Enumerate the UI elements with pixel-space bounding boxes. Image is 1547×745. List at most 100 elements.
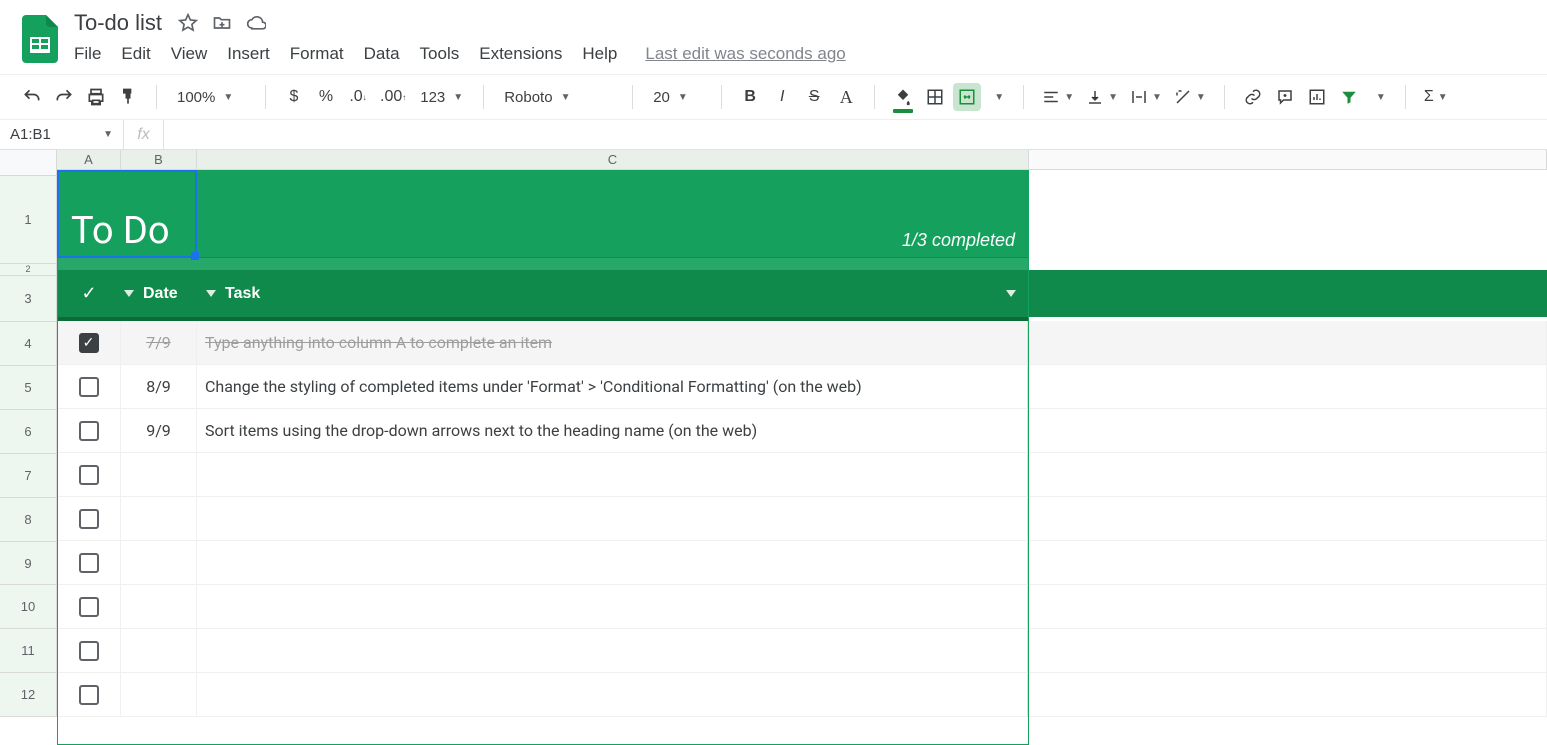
star-icon[interactable] [178,13,198,33]
menu-tools[interactable]: Tools [420,44,460,64]
font-select[interactable]: Roboto▼ [498,83,618,111]
text-rotation-button[interactable]: ▼ [1170,83,1210,111]
checkbox[interactable] [79,421,99,441]
banner-cell[interactable]: To Do 1/3 completed [57,170,1029,258]
checkbox-cell[interactable] [57,365,121,409]
row-header-5[interactable]: 5 [0,366,57,410]
date-cell[interactable]: 8/9 [121,365,197,409]
row-header-7[interactable]: 7 [0,454,57,498]
column-header-rest[interactable] [1029,150,1547,170]
row-header-3[interactable]: 3 [0,276,57,323]
column-header-a[interactable]: A [57,150,121,170]
date-cell[interactable]: 9/9 [121,409,197,453]
insert-link-button[interactable] [1239,83,1267,111]
task-cell[interactable] [197,673,1029,717]
row-header-11[interactable]: 11 [0,629,57,673]
move-icon[interactable] [212,13,232,33]
bold-button[interactable]: B [736,83,764,111]
task-cell[interactable] [197,629,1029,673]
empty-cell[interactable] [1029,453,1547,497]
functions-button[interactable]: Σ▼ [1420,83,1452,111]
date-cell[interactable] [121,497,197,541]
text-color-button[interactable]: A [832,83,860,111]
empty-cell[interactable] [1029,585,1547,629]
zoom-select[interactable]: 100%▼ [171,83,251,111]
checkbox[interactable] [79,685,99,705]
checkbox[interactable] [79,597,99,617]
checkbox-cell[interactable] [57,585,121,629]
empty-cell[interactable] [1029,409,1547,453]
filter-icon-date[interactable] [121,286,137,302]
date-cell[interactable] [121,453,197,497]
empty-cell[interactable] [1029,365,1547,409]
task-cell[interactable] [197,585,1029,629]
checkbox[interactable] [79,333,99,353]
checkbox[interactable] [79,641,99,661]
row-header-1[interactable]: 1 [0,176,57,264]
checkbox[interactable] [79,509,99,529]
currency-button[interactable]: $ [280,83,308,111]
date-cell[interactable] [121,541,197,585]
row-header-2[interactable]: 2 [0,264,57,276]
checkbox-cell[interactable] [57,673,121,717]
text-wrap-button[interactable]: ▼ [1126,83,1166,111]
task-cell[interactable] [197,541,1029,585]
column-header-c[interactable]: C [197,150,1029,170]
undo-button[interactable] [18,83,46,111]
menu-edit[interactable]: Edit [121,44,150,64]
task-cell[interactable]: Change the styling of completed items un… [197,365,1029,409]
italic-button[interactable]: I [768,83,796,111]
task-cell[interactable] [197,453,1029,497]
column-header-b[interactable]: B [121,150,197,170]
checkbox-cell[interactable] [57,497,121,541]
menu-data[interactable]: Data [364,44,400,64]
row-header-6[interactable]: 6 [0,410,57,454]
checkbox[interactable] [79,465,99,485]
row-header-9[interactable]: 9 [0,542,57,586]
empty-cell[interactable] [1029,629,1547,673]
task-cell[interactable]: Type anything into column A to complete … [197,321,1029,365]
date-cell[interactable] [121,629,197,673]
date-cell[interactable]: 7/9 [121,321,197,365]
menu-format[interactable]: Format [290,44,344,64]
row-header-10[interactable]: 10 [0,585,57,629]
task-cell[interactable]: Sort items using the drop-down arrows ne… [197,409,1029,453]
sheets-app-icon[interactable] [20,14,60,64]
checkbox-cell[interactable] [57,409,121,453]
menu-insert[interactable]: Insert [227,44,270,64]
insert-comment-button[interactable] [1271,83,1299,111]
row-header-4[interactable]: 4 [0,322,57,366]
borders-button[interactable] [921,83,949,111]
strikethrough-button[interactable]: S [800,83,828,111]
filter-button[interactable] [1335,83,1363,111]
banner-row-2[interactable] [57,258,1029,270]
vertical-align-button[interactable]: ▼ [1082,83,1122,111]
row-header-8[interactable]: 8 [0,498,57,542]
cloud-status-icon[interactable] [246,13,266,33]
font-size-select[interactable]: 20▼ [647,83,707,111]
menu-file[interactable]: File [74,44,101,64]
checkbox-cell[interactable] [57,321,121,365]
filter-icon-end[interactable] [1003,286,1019,302]
fill-color-button[interactable] [889,83,917,111]
empty-cell[interactable] [1029,673,1547,717]
empty-cell[interactable] [1029,541,1547,585]
decrease-decimal-button[interactable]: .0↓ [344,83,372,111]
checkbox[interactable] [79,553,99,573]
empty-cell[interactable] [1029,321,1547,365]
menu-help[interactable]: Help [582,44,617,64]
insert-chart-button[interactable] [1303,83,1331,111]
merge-dropdown[interactable]: ▼ [985,83,1009,111]
percent-button[interactable]: % [312,83,340,111]
name-box[interactable]: A1:B1 ▼ [0,120,124,149]
menu-view[interactable]: View [171,44,208,64]
merge-cells-button[interactable] [953,83,981,111]
document-title[interactable]: To-do list [74,10,162,36]
empty-cell[interactable] [1029,497,1547,541]
filter-icon-task[interactable] [203,286,219,302]
checkbox-cell[interactable] [57,629,121,673]
date-cell[interactable] [121,673,197,717]
horizontal-align-button[interactable]: ▼ [1038,83,1078,111]
checkbox[interactable] [79,377,99,397]
row-header-12[interactable]: 12 [0,673,57,717]
